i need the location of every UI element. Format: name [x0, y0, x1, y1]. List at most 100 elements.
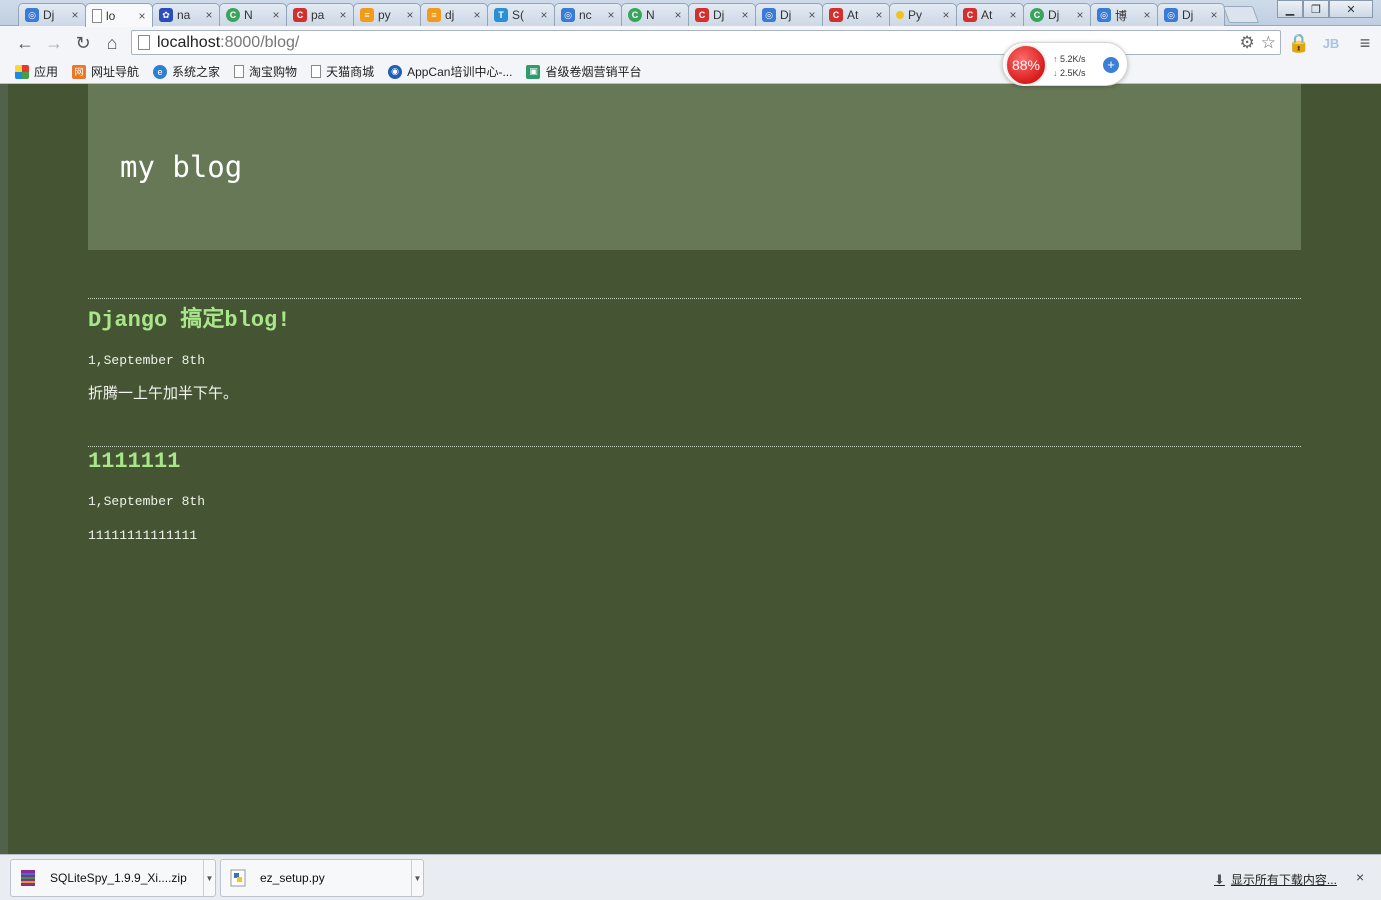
close-icon[interactable]: ×	[203, 8, 215, 22]
close-icon[interactable]: ×	[404, 8, 416, 22]
chevron-down-icon[interactable]: ▼	[203, 860, 215, 896]
apps-grid-icon	[15, 64, 29, 79]
tab-title: N	[646, 8, 655, 22]
tab-title: py	[378, 8, 391, 22]
download-filename: ez_setup.py	[260, 871, 325, 885]
close-icon[interactable]: ×	[538, 8, 550, 22]
close-icon[interactable]: ×	[672, 8, 684, 22]
tab-title: At	[847, 8, 859, 22]
tab-title: Dj	[1048, 8, 1060, 22]
bookmark-star-icon[interactable]: ☆	[1261, 33, 1276, 53]
close-icon[interactable]: ×	[739, 8, 751, 22]
gear-icon[interactable]: ⚙	[1240, 33, 1255, 53]
close-window-button[interactable]: ✕	[1329, 0, 1373, 18]
csdn-favicon-icon: C	[293, 8, 307, 22]
maximize-button[interactable]: ❐	[1303, 0, 1329, 18]
download-item[interactable]: SQLiteSpy_1.9.9_Xi....zip ▼	[10, 859, 216, 897]
close-icon[interactable]: ×	[1074, 8, 1086, 22]
close-icon[interactable]: ×	[69, 8, 81, 22]
arrow-left-icon: ←	[16, 32, 34, 53]
close-icon[interactable]: ×	[1141, 8, 1153, 22]
site-favicon-icon: ◎	[762, 8, 776, 22]
close-icon[interactable]: ×	[806, 8, 818, 22]
tab-title: Dj	[713, 8, 725, 22]
tab-title: At	[981, 8, 993, 22]
url-path: :8000/blog/	[220, 33, 300, 51]
home-button[interactable]: ⌂	[100, 31, 124, 55]
appcan-icon: ◉	[388, 64, 403, 79]
csdn-favicon-icon: C	[695, 8, 709, 22]
ipa-lock-icon: 🔒	[1287, 32, 1311, 53]
chevron-down-icon[interactable]: ▼	[411, 860, 423, 896]
hamburger-menu-icon: ≡	[1359, 32, 1371, 53]
network-speed-widget[interactable]: 88% ↑ 5.2K/s ↓ 2.5K/s +	[1002, 42, 1128, 86]
close-icon[interactable]: ×	[136, 9, 148, 23]
maximize-icon: ❐	[1311, 3, 1321, 16]
tab-17[interactable]: ◎ 博 ×	[1090, 3, 1158, 26]
tab-2-active[interactable]: lo ×	[85, 3, 153, 27]
blog-title: my blog	[120, 150, 243, 184]
tab-13[interactable]: C At ×	[822, 3, 890, 26]
tab-16[interactable]: C Dj ×	[1023, 3, 1091, 26]
close-icon[interactable]: ×	[1007, 8, 1019, 22]
minimize-button[interactable]: ▁	[1277, 0, 1303, 18]
tab-5[interactable]: C pa ×	[286, 3, 354, 26]
tab-8[interactable]: T S( ×	[487, 3, 555, 26]
close-icon[interactable]: ×	[873, 8, 885, 22]
site-favicon-icon: ◎	[25, 8, 39, 22]
tab-11[interactable]: C Dj ×	[688, 3, 756, 26]
menu-button[interactable]: ≡	[1353, 31, 1377, 55]
show-all-downloads-link[interactable]: ⬇ 显示所有下载内容...	[1214, 871, 1337, 888]
close-icon[interactable]: ×	[337, 8, 349, 22]
close-icon[interactable]: ×	[1208, 8, 1220, 22]
reload-icon: ↻	[75, 32, 91, 53]
tab-1[interactable]: ◎ Dj ×	[18, 3, 86, 26]
close-downloads-button[interactable]: ×	[1356, 869, 1364, 885]
tab-10[interactable]: C N ×	[621, 3, 689, 26]
bookmark-platform[interactable]: ▣ 省级卷烟营销平台	[526, 63, 641, 80]
bookmark-appcan[interactable]: ◉ AppCan培训中心-...	[388, 63, 512, 80]
blog-post: 1111111 1,September 8th 11111111111111	[88, 446, 1301, 543]
bookmark-nav-site[interactable]: 网 网址导航	[72, 63, 139, 80]
close-icon[interactable]: ×	[471, 8, 483, 22]
reload-button[interactable]: ↻	[71, 31, 95, 55]
speed-boost-button[interactable]: +	[1103, 57, 1119, 73]
tab-12[interactable]: ◎ Dj ×	[755, 3, 823, 26]
ipa-extension-button[interactable]: 🔒	[1287, 31, 1311, 55]
bookmark-tmall[interactable]: 天猫商城	[311, 63, 374, 80]
bookmark-label: 淘宝购物	[249, 65, 298, 79]
tab-title: pa	[311, 8, 325, 22]
page-icon	[311, 65, 322, 78]
tab-title: Py	[908, 8, 923, 22]
download-rate: 2.5K/s	[1060, 68, 1086, 78]
memory-usage-ball[interactable]: 88%	[1005, 44, 1047, 86]
tab-15[interactable]: C At ×	[956, 3, 1024, 26]
stackoverflow-favicon-icon: ≡	[427, 8, 441, 22]
close-icon[interactable]: ×	[940, 8, 952, 22]
bookmark-apps[interactable]: 应用	[15, 63, 58, 80]
forward-button[interactable]: →	[42, 31, 66, 55]
tab-18[interactable]: ◎ Dj ×	[1157, 3, 1225, 26]
site-favicon-icon: ◎	[1097, 8, 1111, 22]
bookmark-taobao[interactable]: 淘宝购物	[234, 63, 297, 80]
new-tab-button[interactable]	[1222, 6, 1260, 23]
bookmark-system-home[interactable]: e 系统之家	[153, 63, 220, 80]
tab-7[interactable]: ≡ dj ×	[420, 3, 488, 26]
jb-extension-button[interactable]: JB	[1319, 31, 1343, 55]
csdn-favicon-icon: C	[963, 8, 977, 22]
bookmark-label: 网址导航	[91, 65, 140, 79]
tab-9[interactable]: ◎ nc ×	[554, 3, 622, 26]
back-button[interactable]: ←	[13, 31, 37, 55]
tab-strip: ◎ Dj × lo × ✿ na × C N × C pa × ≡ py × ≡…	[0, 0, 1381, 27]
tab-6[interactable]: ≡ py ×	[353, 3, 421, 26]
close-icon[interactable]: ×	[270, 8, 282, 22]
winrar-icon	[21, 870, 35, 886]
bookmark-label: 天猫商城	[326, 65, 375, 79]
url-host: localhost	[157, 33, 221, 51]
tab-3[interactable]: ✿ na ×	[152, 3, 220, 26]
tab-14[interactable]: Py ×	[889, 3, 957, 26]
tab-4[interactable]: C N ×	[219, 3, 287, 26]
download-item[interactable]: ez_setup.py ▼	[220, 859, 424, 897]
python-file-icon	[230, 869, 246, 887]
close-icon[interactable]: ×	[605, 8, 617, 22]
